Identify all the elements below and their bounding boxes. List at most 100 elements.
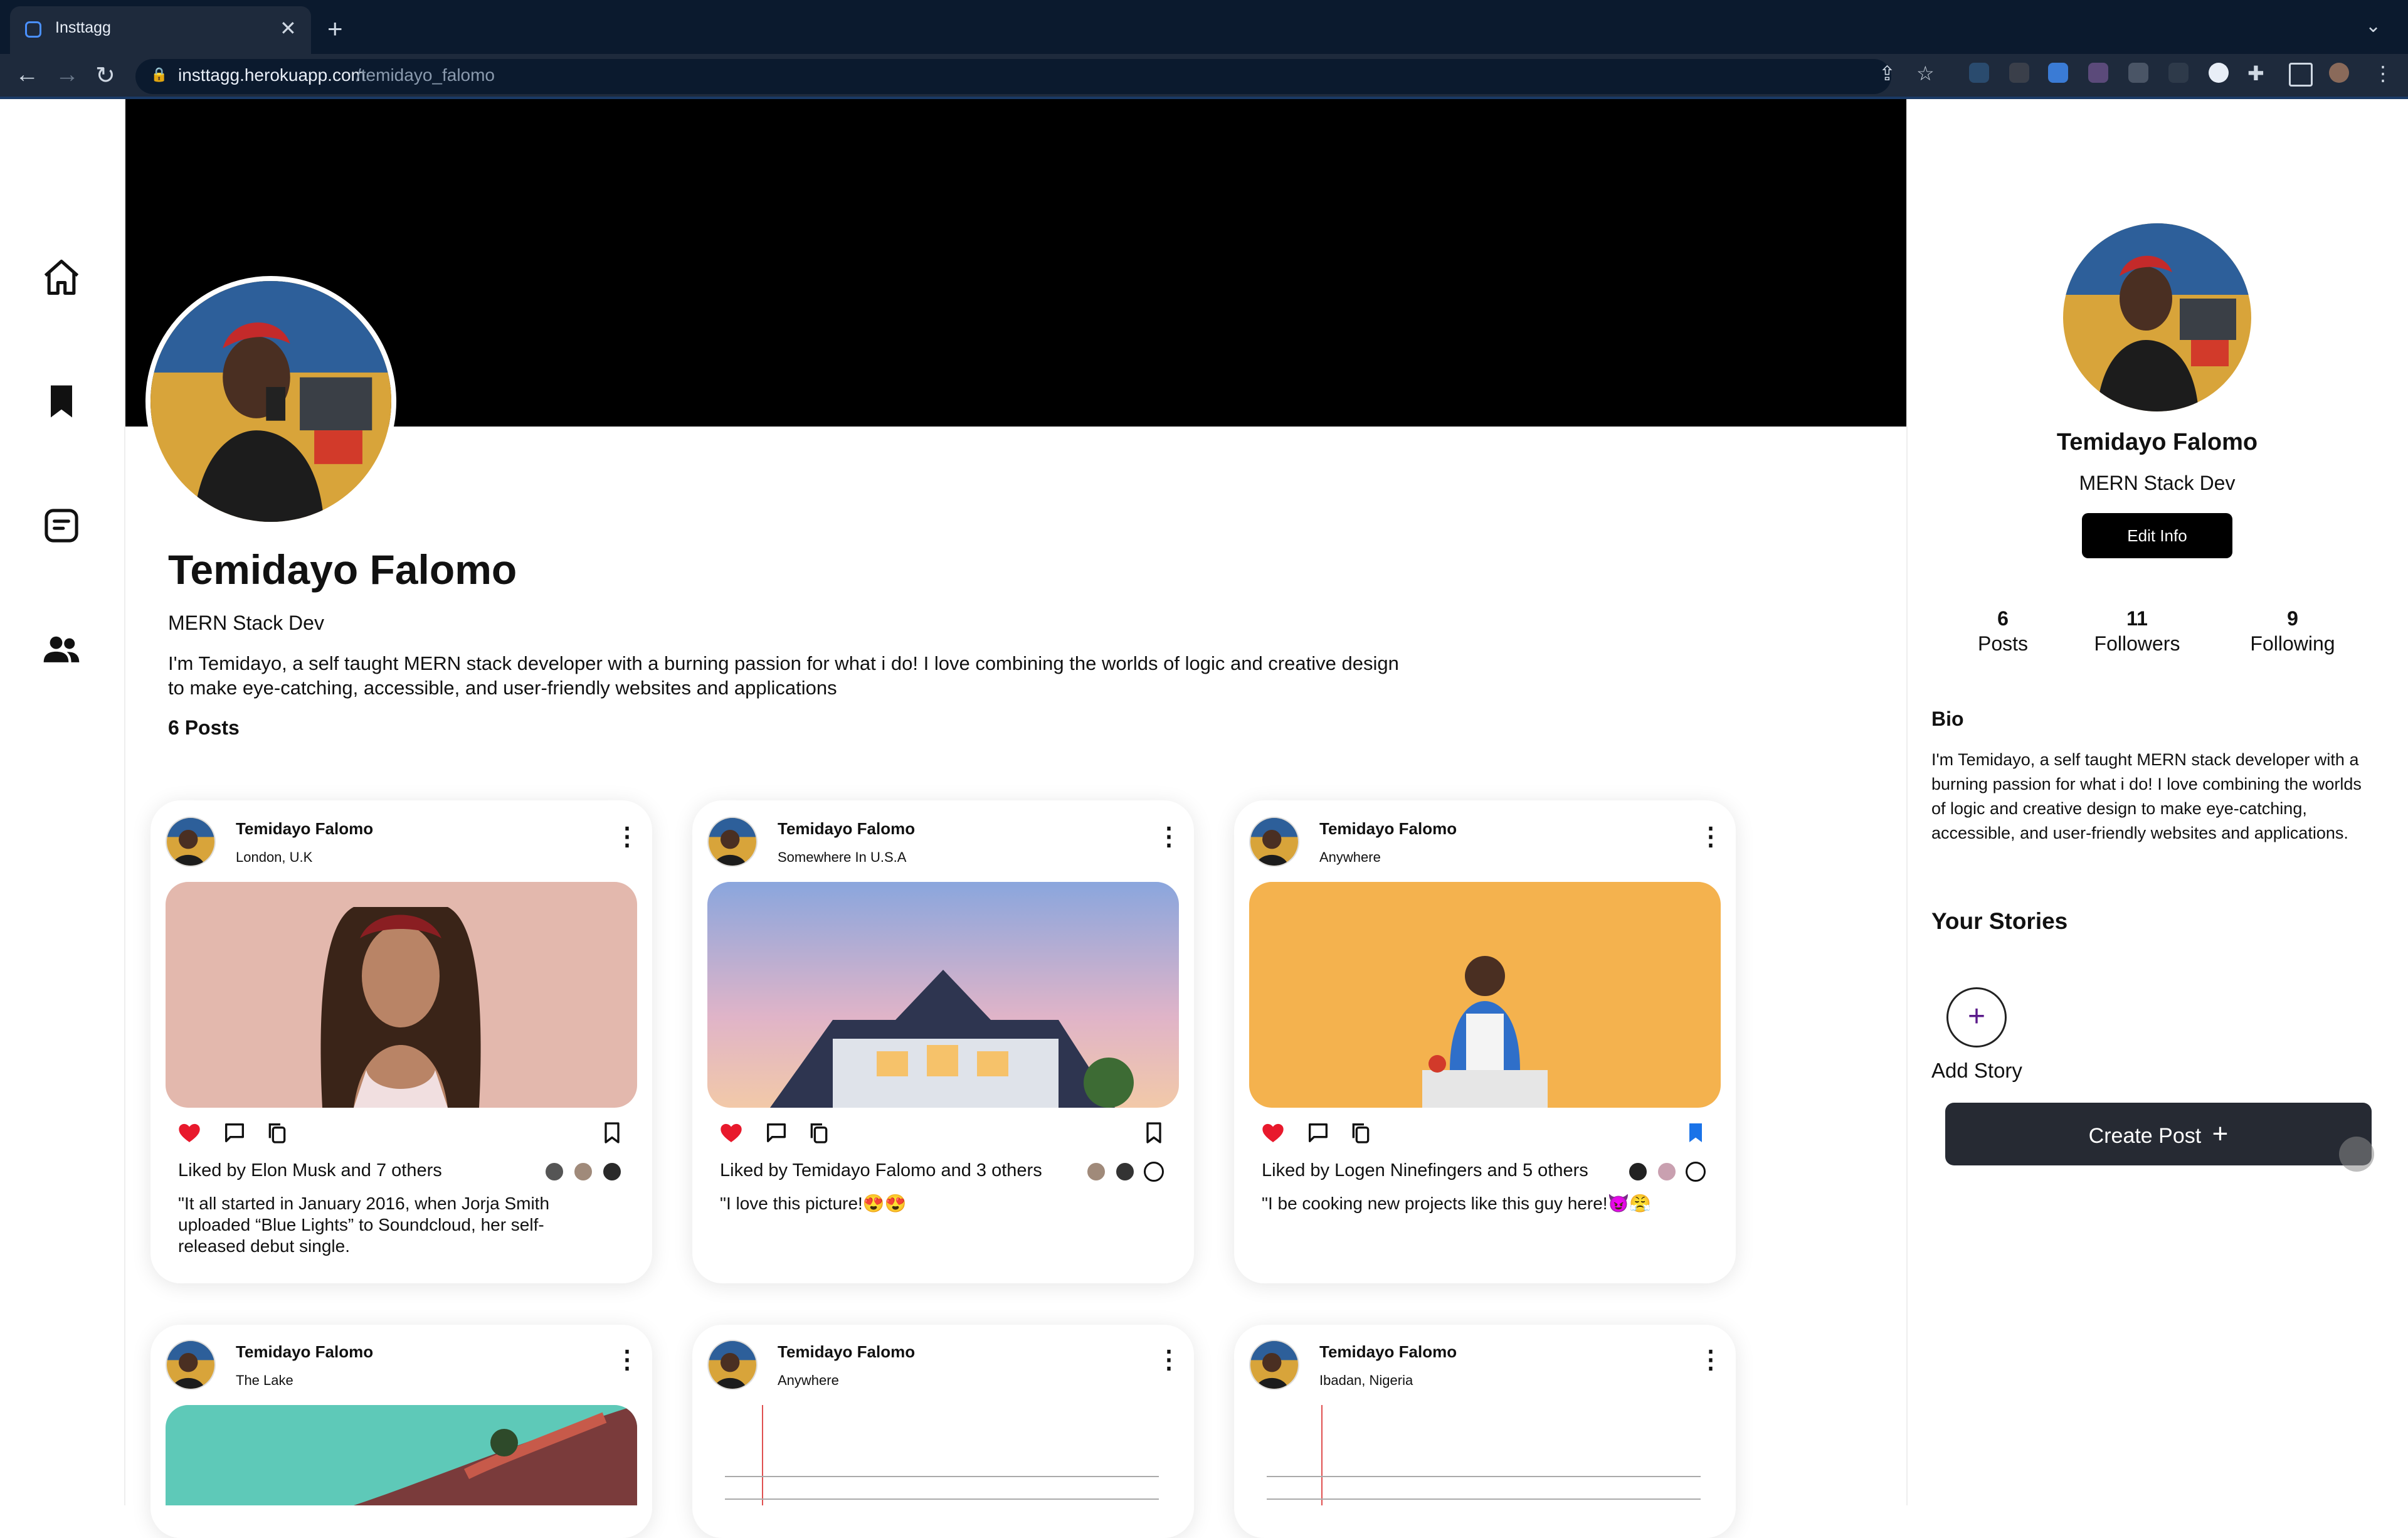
post-author-avatar[interactable] xyxy=(707,817,758,867)
post-author-name[interactable]: Temidayo Falomo xyxy=(236,819,373,839)
copy-icon[interactable] xyxy=(1348,1120,1373,1145)
left-nav xyxy=(0,99,125,1505)
browser-tab-bar xyxy=(0,0,2408,54)
post-author-name[interactable]: Temidayo Falomo xyxy=(1319,819,1457,839)
people-icon[interactable] xyxy=(40,628,83,671)
edit-info-button[interactable]: Edit Info xyxy=(2082,513,2232,558)
save-bookmark-icon[interactable] xyxy=(599,1120,625,1145)
font-extension-icon[interactable] xyxy=(2048,63,2068,83)
post-menu-icon[interactable]: ⋮ xyxy=(1156,824,1181,849)
liker-avatar xyxy=(1115,1162,1135,1182)
post-location: The Lake xyxy=(236,1372,293,1388)
post-location: Anywhere xyxy=(1319,849,1381,865)
post-image[interactable] xyxy=(1249,882,1721,1108)
post-author-name[interactable]: Temidayo Falomo xyxy=(778,819,915,839)
home-icon[interactable] xyxy=(40,256,83,299)
comment-icon[interactable] xyxy=(1306,1120,1331,1145)
liker-avatar xyxy=(1144,1162,1164,1182)
post-location: Somewhere In U.S.A xyxy=(778,849,907,865)
bookmark-icon[interactable] xyxy=(40,380,83,423)
copy-icon[interactable] xyxy=(265,1120,290,1145)
lock-icon: 🔒 xyxy=(150,66,168,82)
post-image[interactable] xyxy=(166,1405,637,1505)
star-icon[interactable]: ☆ xyxy=(1916,61,1935,85)
add-story-label[interactable]: Add Story xyxy=(1931,1059,2022,1083)
stat-following-label[interactable]: Following xyxy=(2230,632,2355,655)
sidebar-name: Temidayo Falomo xyxy=(2056,429,2258,455)
post-menu-icon[interactable]: ⋮ xyxy=(1698,1347,1723,1372)
post-author-name[interactable]: Temidayo Falomo xyxy=(236,1342,373,1362)
saved-bookmark-icon[interactable] xyxy=(1683,1120,1708,1145)
post-author-avatar[interactable] xyxy=(707,1340,758,1390)
liked-by-text[interactable]: Liked by Temidayo Falomo and 3 others xyxy=(720,1160,1042,1181)
liker-avatar xyxy=(544,1162,564,1182)
profile-bio: I'm Temidayo, a self taught MERN stack d… xyxy=(168,652,1399,699)
post-author-avatar[interactable] xyxy=(166,817,216,867)
post-author-avatar[interactable] xyxy=(1249,1340,1299,1390)
post-image[interactable] xyxy=(707,1405,1179,1505)
copy-icon[interactable] xyxy=(806,1120,832,1145)
post-menu-icon[interactable]: ⋮ xyxy=(1698,824,1723,849)
liker-avatar xyxy=(1086,1162,1106,1182)
floating-scroll-handle[interactable] xyxy=(2339,1137,2374,1172)
browser-menu-icon[interactable]: ⋮ xyxy=(2373,61,2393,85)
dark-mode-extension-icon[interactable] xyxy=(2209,63,2229,83)
stat-followers-label[interactable]: Followers xyxy=(2074,632,2200,655)
bio-heading: Bio xyxy=(1931,708,1964,730)
reload-icon[interactable]: ↻ xyxy=(95,61,115,90)
adblock-extension-icon[interactable] xyxy=(2128,63,2148,83)
tab-search-chevron-icon[interactable]: ⌄ xyxy=(2365,15,2381,37)
react-devtools-extension-icon[interactable] xyxy=(1969,63,1989,83)
like-heart-icon[interactable] xyxy=(719,1120,744,1145)
post-image[interactable] xyxy=(166,882,637,1108)
add-story-icon[interactable]: + xyxy=(1946,987,2007,1047)
url-host: insttagg.herokuapp.com xyxy=(178,65,366,85)
profile-avatar xyxy=(145,276,396,527)
post-author-avatar[interactable] xyxy=(166,1340,216,1390)
tab-title: Insttagg xyxy=(55,19,111,36)
new-tab-icon[interactable]: + xyxy=(327,14,343,44)
sidebar-toggle-icon[interactable] xyxy=(2289,63,2313,87)
posts-icon[interactable] xyxy=(40,504,83,547)
sidebar-avatar xyxy=(2063,223,2251,411)
liker-avatar xyxy=(602,1162,622,1182)
sidebar-role: MERN Stack Dev xyxy=(2079,472,2236,494)
save-bookmark-icon[interactable] xyxy=(1141,1120,1166,1145)
color-picker-extension-icon[interactable] xyxy=(2009,63,2029,83)
liker-avatar xyxy=(1628,1162,1648,1182)
close-tab-icon[interactable]: ✕ xyxy=(280,16,297,40)
post-image[interactable] xyxy=(1249,1405,1721,1505)
post-location: Anywhere xyxy=(778,1372,839,1388)
stat-posts-value: 6 xyxy=(1997,607,2009,630)
post-menu-icon[interactable]: ⋮ xyxy=(615,1347,640,1372)
comment-icon[interactable] xyxy=(222,1120,247,1145)
post-author-name[interactable]: Temidayo Falomo xyxy=(778,1342,915,1362)
like-heart-icon[interactable] xyxy=(1260,1120,1286,1145)
shield-extension-icon[interactable] xyxy=(2088,63,2108,83)
code-extension-icon[interactable] xyxy=(2168,63,2189,83)
post-menu-icon[interactable]: ⋮ xyxy=(1156,1347,1181,1372)
comment-icon[interactable] xyxy=(764,1120,789,1145)
create-post-label: Create Post xyxy=(2088,1124,2202,1148)
plus-icon: + xyxy=(2212,1118,2229,1149)
post-location: London, U.K xyxy=(236,849,313,865)
post-image[interactable] xyxy=(707,882,1179,1108)
post-location: Ibadan, Nigeria xyxy=(1319,1372,1413,1388)
create-post-button[interactable]: Create Post + xyxy=(1945,1103,2372,1165)
share-icon[interactable]: ⇪ xyxy=(1879,61,1896,85)
forward-arrow-icon[interactable]: → xyxy=(55,61,79,88)
puzzle-extensions-icon[interactable]: ✚ xyxy=(2247,61,2264,85)
profile-avatar-icon[interactable] xyxy=(2329,63,2349,83)
profile-role: MERN Stack Dev xyxy=(168,612,324,634)
liked-by-text[interactable]: Liked by Elon Musk and 7 others xyxy=(178,1160,442,1181)
stat-posts-label[interactable]: Posts xyxy=(1940,632,2066,655)
post-author-name[interactable]: Temidayo Falomo xyxy=(1319,1342,1457,1362)
url-path: /temidayo_falomo xyxy=(356,65,495,85)
like-heart-icon[interactable] xyxy=(177,1120,202,1145)
post-author-avatar[interactable] xyxy=(1249,817,1299,867)
liked-by-text[interactable]: Liked by Logen Ninefingers and 5 others xyxy=(1262,1160,1588,1181)
post-menu-icon[interactable]: ⋮ xyxy=(615,824,640,849)
back-arrow-icon[interactable]: ← xyxy=(15,61,39,88)
sidebar-bio: I'm Temidayo, a self taught MERN stack d… xyxy=(1931,750,2362,842)
stat-following-value: 9 xyxy=(2287,607,2298,630)
